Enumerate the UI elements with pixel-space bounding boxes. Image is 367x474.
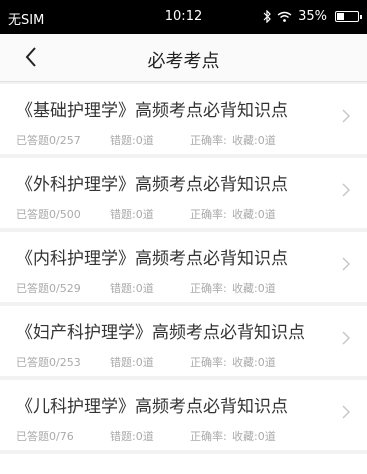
topic-list: 《基础护理学》高频考点必背知识点 已答题0/257 错题:0道 正确率: 收藏:0道 … [0,84,367,474]
chevron-right-icon [342,183,351,197]
favorites-count: 收藏:0道 [232,430,276,443]
favorites-count: 收藏:0道 [232,208,276,221]
chevron-right-icon [342,109,351,123]
chevron-right-icon [342,257,351,271]
item-meta: 已答题0/76 错题:0道 正确率: 收藏:0道 [16,428,276,444]
item-meta: 已答题0/257 错题:0道 正确率: 收藏:0道 [16,132,276,148]
answered-count: 已答题0/76 [16,430,74,443]
list-item-partial [0,454,367,474]
answered-count: 已答题0/529 [16,282,81,295]
status-bar: 无SIM 10:12 35% [0,0,367,34]
item-meta: 已答题0/500 错题:0道 正确率: 收藏:0道 [16,206,276,222]
battery-icon [335,11,362,22]
answered-count: 已答题0/253 [16,356,81,369]
accuracy-label: 正确率: [190,134,227,147]
item-meta: 已答题0/529 错题:0道 正确率: 收藏:0道 [16,280,276,296]
favorites-count: 收藏:0道 [232,282,276,295]
bluetooth-icon [263,10,271,23]
item-meta: 已答题0/253 错题:0道 正确率: 收藏:0道 [16,354,276,370]
list-item[interactable]: 《妇产科护理学》高频考点必背知识点 已答题0/253 错题:0道 正确率: 收藏:0道 [0,306,367,376]
answered-count: 已答题0/257 [16,134,81,147]
answered-count: 已答题0/500 [16,208,81,221]
accuracy-label: 正确率: [190,208,227,221]
nav-bar: 必考考点 [0,34,367,82]
list-item[interactable]: 《儿科护理学》高频考点必背知识点 已答题0/76 错题:0道 正确率: 收藏:0道 [0,380,367,450]
battery-level [337,13,344,20]
list-item[interactable]: 《内科护理学》高频考点必背知识点 已答题0/529 错题:0道 正确率: 收藏:0道 [0,232,367,302]
wrong-count: 错题:0道 [110,282,154,295]
chevron-right-icon [342,405,351,419]
page-title: 必考考点 [147,51,220,72]
accuracy-label: 正确率: [190,356,227,369]
battery-percent: 35% [298,9,327,24]
wrong-count: 错题:0道 [110,430,154,443]
accuracy-label: 正确率: [190,430,227,443]
status-right: 35% [263,9,362,24]
favorites-count: 收藏:0道 [232,356,276,369]
wrong-count: 错题:0道 [110,356,154,369]
wrong-count: 错题:0道 [110,134,154,147]
item-title: 《外科护理学》高频考点必背知识点 [16,175,288,195]
item-title: 《内科护理学》高频考点必背知识点 [16,249,288,269]
chevron-right-icon [342,331,351,345]
item-title: 《儿科护理学》高频考点必背知识点 [16,397,288,417]
accuracy-label: 正确率: [190,282,227,295]
favorites-count: 收藏:0道 [232,134,276,147]
list-item[interactable]: 《外科护理学》高频考点必背知识点 已答题0/500 错题:0道 正确率: 收藏:0道 [0,158,367,228]
item-title: 《妇产科护理学》高频考点必背知识点 [16,323,305,343]
list-item[interactable]: 《基础护理学》高频考点必背知识点 已答题0/257 错题:0道 正确率: 收藏:0道 [0,84,367,154]
item-title: 《基础护理学》高频考点必背知识点 [16,101,288,121]
wifi-icon [277,11,292,22]
wrong-count: 错题:0道 [110,208,154,221]
